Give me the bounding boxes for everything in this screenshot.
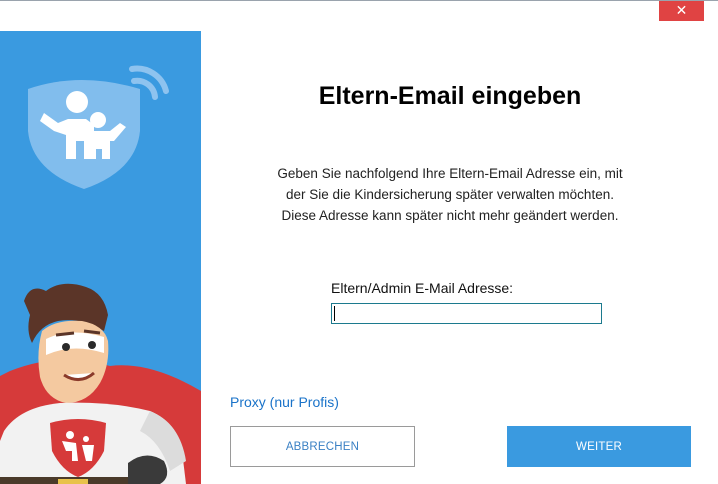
close-button[interactable]: ✕ [659,1,704,21]
description-text: Geben Sie nachfolgend Ihre Eltern-Email … [230,163,670,226]
shield-family-wifi-icon [28,65,169,189]
close-icon: ✕ [675,3,688,19]
sidebar-panel [0,31,201,484]
description-line: der Sie die Kindersicherung später verwa… [286,187,614,202]
next-button[interactable]: WEITER [507,426,691,467]
window-top-border [0,0,718,1]
description-line: Geben Sie nachfolgend Ihre Eltern-Email … [277,166,623,181]
description-line: Diese Adresse kann später nicht mehr geä… [281,208,619,223]
email-field[interactable] [331,303,602,324]
email-field-label: Eltern/Admin E-Mail Adresse: [331,280,514,296]
cancel-button[interactable]: ABBRECHEN [230,426,415,467]
page-title: Eltern-Email eingeben [318,82,582,110]
setup-window: ✕ Eltern-Email eingeben Geben Sie nachfo… [0,0,718,484]
text-cursor [334,306,335,321]
superhero-mascot [0,283,201,484]
proxy-link[interactable]: Proxy (nur Profis) [230,394,339,410]
